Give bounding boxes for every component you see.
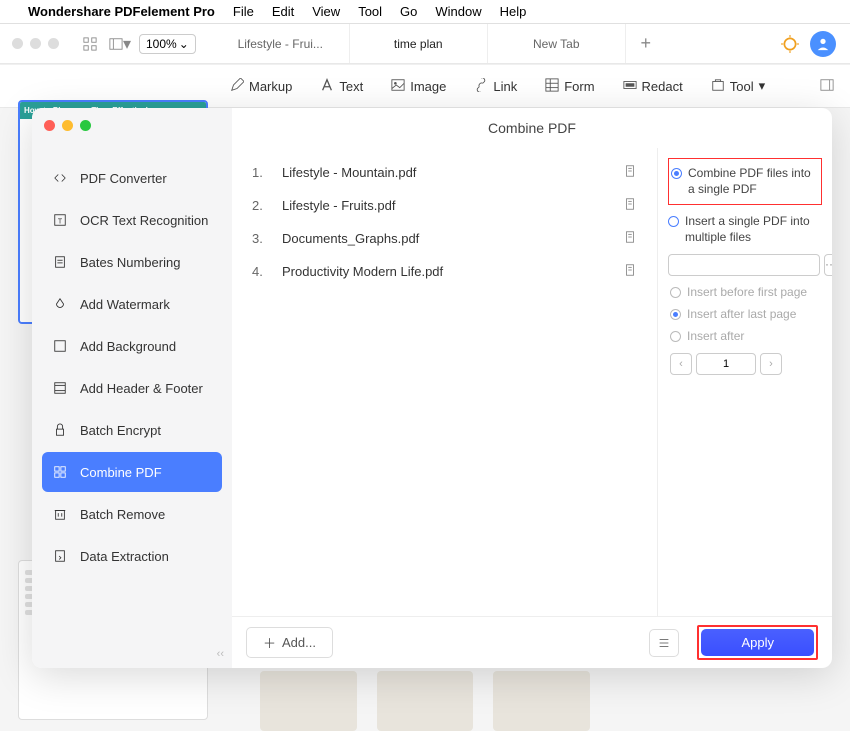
insert-file-input[interactable] (668, 254, 820, 276)
dialog-title: Combine PDF (232, 108, 832, 148)
option-after-last: Insert after last page (670, 304, 822, 326)
menu-edit[interactable]: Edit (272, 4, 294, 19)
grid-view-icon[interactable] (79, 33, 101, 55)
menu-go[interactable]: Go (400, 4, 417, 19)
add-files-button[interactable]: ＋Add... (246, 627, 333, 658)
tab-lifestyle[interactable]: Lifestyle - Frui... (212, 24, 350, 63)
nav-bates[interactable]: Bates Numbering (42, 242, 222, 282)
zoom-select[interactable]: 100%⌄ (139, 34, 196, 54)
file-row[interactable]: 3. Documents_Graphs.pdf (252, 222, 637, 255)
toolbar-form[interactable]: Form (545, 78, 594, 95)
dialog-footer: ＋Add... Apply (232, 616, 832, 668)
dialog-sidebar: PDF Converter TOCR Text Recognition Bate… (32, 108, 232, 668)
svg-text:T: T (58, 219, 63, 226)
pages-icon[interactable] (623, 164, 637, 181)
dialog-window-controls (32, 108, 103, 143)
nav-batch-encrypt[interactable]: Batch Encrypt (42, 410, 222, 450)
menu-tool[interactable]: Tool (358, 4, 382, 19)
sidebar-toggle-icon[interactable]: ▾ (109, 33, 131, 55)
window-toolbar: ▾ 100%⌄ Lifestyle - Frui... time plan Ne… (0, 24, 850, 64)
panel-toggle-icon[interactable] (820, 78, 834, 95)
options-panel: Combine PDF files into a single PDF Inse… (657, 148, 832, 616)
option-before-first: Insert before first page (670, 282, 822, 304)
radio-icon (670, 331, 681, 342)
nav-background[interactable]: Add Background (42, 326, 222, 366)
page-number-input[interactable] (696, 353, 756, 375)
tab-timeplan[interactable]: time plan (350, 24, 488, 63)
option-after-page: Insert after (670, 326, 822, 348)
window-controls (0, 38, 71, 49)
toolbar-text[interactable]: Text (320, 78, 363, 95)
file-row[interactable]: 1. Lifestyle - Mountain.pdf (252, 156, 637, 189)
page-prev-button[interactable]: ‹ (670, 353, 692, 375)
file-row[interactable]: 4. Productivity Modern Life.pdf (252, 255, 637, 288)
radio-icon (670, 287, 681, 298)
file-row[interactable]: 2. Lifestyle - Fruits.pdf (252, 189, 637, 222)
menubar: Wondershare PDFelement Pro File Edit Vie… (0, 0, 850, 24)
document-tabs: Lifestyle - Frui... time plan New Tab + (212, 24, 770, 63)
nav-header-footer[interactable]: Add Header & Footer (42, 368, 222, 408)
menu-file[interactable]: File (233, 4, 254, 19)
combine-pdf-dialog: PDF Converter TOCR Text Recognition Bate… (32, 108, 832, 668)
toolbar-link[interactable]: Link (474, 78, 517, 95)
menu-help[interactable]: Help (500, 4, 527, 19)
add-tab-button[interactable]: + (626, 24, 666, 63)
pages-icon[interactable] (623, 263, 637, 280)
app-name: Wondershare PDFelement Pro (28, 4, 215, 19)
nav-pdf-converter[interactable]: PDF Converter (42, 158, 222, 198)
radio-icon (671, 168, 682, 179)
collapse-sidebar-icon[interactable]: ‹‹ (217, 648, 224, 660)
nav-ocr[interactable]: TOCR Text Recognition (42, 200, 222, 240)
menu-view[interactable]: View (312, 4, 340, 19)
maximize-window[interactable] (48, 38, 59, 49)
apply-button[interactable]: Apply (701, 629, 814, 656)
browse-button[interactable]: ··· (824, 254, 832, 276)
toolbar-redact[interactable]: Redact (623, 78, 683, 95)
nav-watermark[interactable]: Add Watermark (42, 284, 222, 324)
option-combine[interactable]: Combine PDF files into a single PDF (671, 163, 819, 200)
option-insert[interactable]: Insert a single PDF into multiple files (668, 211, 822, 248)
nav-batch-remove[interactable]: Batch Remove (42, 494, 222, 534)
toolbar-tool[interactable]: Tool▾ (711, 78, 765, 95)
file-list: 1. Lifestyle - Mountain.pdf 2. Lifestyle… (232, 148, 657, 616)
nav-combine-pdf[interactable]: Combine PDF (42, 452, 222, 492)
background-content (0, 671, 850, 731)
radio-icon (670, 309, 681, 320)
page-next-button[interactable]: › (760, 353, 782, 375)
radio-icon (668, 216, 679, 227)
nav-data-extraction[interactable]: Data Extraction (42, 536, 222, 576)
menu-window[interactable]: Window (435, 4, 481, 19)
tab-newtab[interactable]: New Tab (488, 24, 626, 63)
close-window[interactable] (12, 38, 23, 49)
pages-icon[interactable] (623, 197, 637, 214)
minimize-window[interactable] (30, 38, 41, 49)
dialog-maximize[interactable] (80, 120, 91, 131)
pages-icon[interactable] (623, 230, 637, 247)
dialog-close[interactable] (44, 120, 55, 131)
toolbar-markup[interactable]: Markup (230, 78, 292, 95)
dialog-minimize[interactable] (62, 120, 73, 131)
toolbar-image[interactable]: Image (391, 78, 446, 95)
user-avatar[interactable] (810, 31, 836, 57)
tips-icon[interactable] (770, 35, 810, 53)
list-options-button[interactable] (649, 629, 679, 657)
